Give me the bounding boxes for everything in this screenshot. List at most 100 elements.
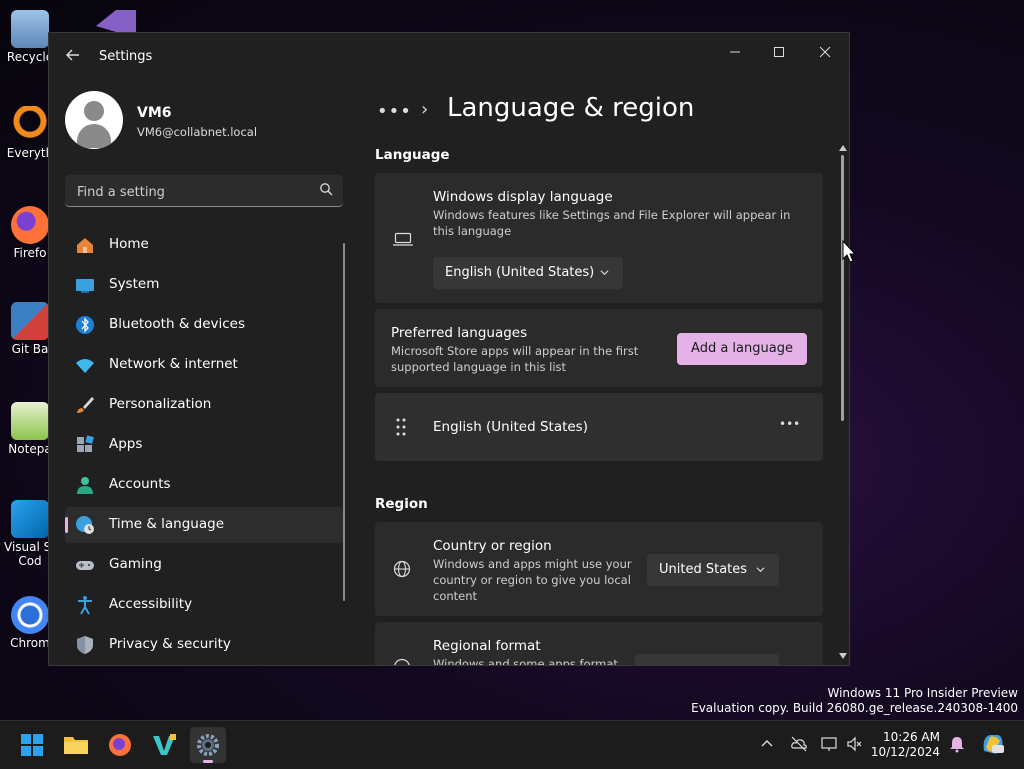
more-options-button[interactable]: •••: [779, 417, 800, 431]
taskbar-file-explorer[interactable]: [58, 727, 94, 763]
taskbar-settings[interactable]: [190, 727, 226, 763]
country-region-dropdown[interactable]: United States: [647, 554, 779, 586]
minimize-button[interactable]: [713, 39, 757, 69]
visual-studio-icon: [96, 10, 136, 32]
sidebar-item-apps[interactable]: Apps: [65, 427, 343, 463]
breadcrumb-more[interactable]: •••: [377, 101, 412, 122]
chevron-up-icon[interactable]: [758, 735, 776, 753]
start-button[interactable]: [14, 727, 50, 763]
system-clock[interactable]: 10:26 AM 10/12/2024: [868, 730, 940, 760]
volume-muted-icon[interactable]: [846, 735, 864, 753]
vs-app-icon: [153, 734, 176, 755]
scrollbar-thumb[interactable]: [841, 155, 844, 421]
display-language-card: Windows display language Windows feature…: [375, 173, 823, 303]
section-title-region: Region: [375, 496, 428, 512]
watermark-line-2: Evaluation copy. Build 26080.ge_release.…: [691, 701, 1018, 715]
copilot-icon[interactable]: [980, 731, 1006, 757]
sidebar-scrollbar[interactable]: [343, 243, 345, 601]
sidebar-item-label: Gaming: [109, 556, 162, 572]
bluetooth-icon: [76, 316, 94, 334]
regional-format-title: Regional format: [433, 638, 541, 654]
country-region-card: Country or region Windows and apps might…: [375, 522, 823, 616]
gear-icon: [197, 734, 219, 756]
taskbar-firefox[interactable]: [102, 727, 138, 763]
shield-icon: [77, 636, 93, 654]
globe-icon: [393, 560, 411, 578]
sidebar-item-label: Apps: [109, 436, 143, 452]
sidebar-item-label: Home: [109, 236, 149, 252]
preferred-languages-card: Preferred languages Microsoft Store apps…: [375, 309, 823, 387]
close-icon: [819, 46, 831, 58]
desktop-icon-vs[interactable]: [92, 6, 140, 32]
sidebar-item-personalization[interactable]: Personalization: [65, 387, 343, 423]
sidebar-item-accounts[interactable]: Accounts: [65, 467, 343, 503]
sidebar-item-label: Bluetooth & devices: [109, 316, 246, 332]
search-box[interactable]: [65, 175, 343, 207]
sidebar-item-label: System: [109, 276, 160, 292]
git-bash-icon: [11, 302, 49, 340]
network-monitor-icon[interactable]: [820, 735, 838, 753]
evaluation-watermark: Windows 11 Pro Insider Preview Evaluatio…: [691, 686, 1018, 716]
maximize-icon: [774, 47, 784, 57]
regional-format-dropdown[interactable]: [635, 654, 779, 665]
app-title: Settings: [99, 49, 153, 64]
avatar-body: [77, 124, 111, 148]
clock-time: 10:26 AM: [883, 730, 940, 744]
network-icon: [76, 359, 94, 373]
sidebar-item-label: Accounts: [109, 476, 171, 492]
folder-icon: [64, 737, 88, 754]
drag-handle-icon[interactable]: [395, 417, 407, 437]
sidebar-item-system[interactable]: System: [65, 267, 343, 303]
profile-name: VM6: [137, 105, 172, 121]
sidebar-item-label: Network & internet: [109, 356, 238, 372]
globe-icon: [394, 658, 410, 665]
sidebar-item-accessibility[interactable]: Accessibility: [65, 587, 343, 623]
sidebar-item-time-language[interactable]: Time & language: [65, 507, 343, 543]
scroll-up-icon[interactable]: [839, 145, 847, 151]
chevron-down-icon: [756, 567, 765, 573]
section-title-language: Language: [375, 147, 450, 163]
sidebar-item-label: Personalization: [109, 396, 212, 412]
firefox-icon: [109, 734, 131, 756]
avatar-head: [84, 101, 104, 121]
sidebar-item-network[interactable]: Network & internet: [65, 347, 343, 383]
scroll-down-icon[interactable]: [839, 653, 847, 659]
regional-format-card: Regional format Windows and some apps fo…: [375, 622, 823, 665]
maximize-button[interactable]: [757, 39, 801, 69]
home-icon: [77, 238, 93, 253]
notepad-plus-icon: [11, 402, 49, 440]
accessibility-icon: [78, 596, 92, 615]
add-language-button[interactable]: Add a language: [677, 333, 807, 365]
country-region-desc: Windows and apps might use your country …: [433, 557, 632, 603]
gamepad-icon: [76, 561, 94, 570]
country-region-title: Country or region: [433, 538, 552, 554]
sidebar-item-label: Privacy & security: [109, 636, 231, 652]
back-button[interactable]: [63, 47, 83, 67]
dropdown-value: United States: [659, 562, 748, 577]
firefox-icon: [11, 206, 49, 244]
cloud-off-icon[interactable]: [790, 735, 808, 753]
sidebar-item-bluetooth[interactable]: Bluetooth & devices: [65, 307, 343, 343]
sidebar-item-privacy-security[interactable]: Privacy & security: [65, 627, 343, 663]
title-bar: Settings: [49, 33, 849, 81]
chevron-down-icon: [600, 270, 609, 276]
dropdown-value: English (United States): [445, 265, 595, 280]
everything-icon: [11, 106, 49, 144]
recycle-bin-icon: [11, 10, 49, 48]
sidebar-item-gaming[interactable]: Gaming: [65, 547, 343, 583]
sidebar-item-label: Accessibility: [109, 596, 193, 612]
close-button[interactable]: [803, 39, 847, 69]
sidebar-item-label: Time & language: [109, 516, 225, 532]
content-scrollbar[interactable]: [839, 145, 847, 663]
notification-bell-icon[interactable]: [948, 735, 966, 753]
avatar[interactable]: [65, 91, 123, 149]
search-input[interactable]: [75, 181, 309, 203]
sidebar-item-home[interactable]: Home: [65, 227, 343, 263]
profile-email: VM6@collabnet.local: [137, 125, 258, 139]
brush-icon: [77, 397, 94, 413]
apps-icon: [77, 435, 94, 452]
taskbar-app-vs[interactable]: [146, 727, 182, 763]
language-list-item[interactable]: English (United States) •••: [375, 393, 823, 461]
display-language-dropdown[interactable]: English (United States): [433, 257, 623, 289]
language-item-label: English (United States): [433, 419, 588, 435]
